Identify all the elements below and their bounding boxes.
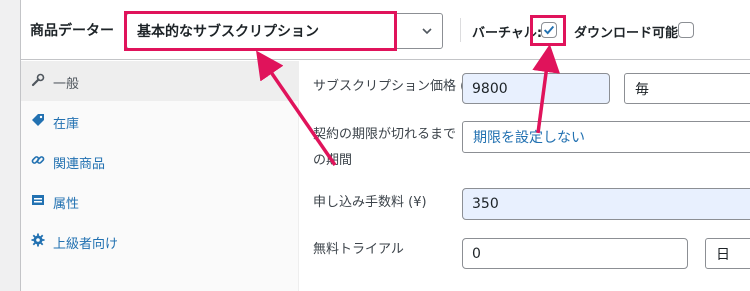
table-icon [32,195,44,205]
signup-fee-input[interactable]: 350 [462,188,750,220]
tab-attributes-label: 属性 [53,197,80,212]
checkmark-icon [543,25,555,35]
tab-inventory-label: 在庫 [53,117,80,132]
tab-advanced[interactable]: 上級者向け [21,221,299,261]
tab-attributes[interactable]: 属性 [21,181,299,221]
free-trial-input[interactable]: 0 [462,238,688,269]
free-trial-period-select[interactable]: 日 [705,238,750,269]
signup-fee-label: 申し込み手数料 (¥) [313,195,427,210]
downloadable-label: ダウンロード可能: [574,26,684,41]
product-data-title: 商品データー [30,23,114,39]
signup-fee-value: 350 [472,196,499,212]
billing-interval-value: 毎 [635,81,649,98]
tab-inventory[interactable]: 在庫 [21,101,299,141]
header-divider [460,18,461,42]
tab-general-label: 一般 [53,77,80,92]
tab-general[interactable]: 一般 [21,61,299,101]
subscription-length-select[interactable]: 期限を設定しない [462,121,750,153]
free-trial-value: 0 [472,245,481,262]
subscription-length-label: 契約の期限が切れるまでの期間 [313,127,457,168]
tab-linked-products[interactable]: 関連商品 [21,141,299,181]
tab-advanced-label: 上級者向け [53,237,119,252]
product-data-header: 商品データー — 基本的なサブスクリプション バーチャル: ダウンロード可能: [21,0,750,60]
chevron-down-icon [422,28,432,35]
free-trial-period-value: 日 [716,246,730,263]
product-data-panel: 商品データー — 基本的なサブスクリプション バーチャル: ダウンロード可能: … [20,0,750,291]
subscription-price-input[interactable]: 9800 [462,73,610,104]
link-icon [31,156,45,164]
product-type-value: 基本的なサブスクリプション [137,24,319,40]
tag-icon [32,114,44,126]
downloadable-checkbox[interactable] [678,22,694,38]
product-type-select[interactable]: 基本的なサブスクリプション [126,13,443,49]
wrench-icon [31,73,45,87]
subscription-price-label: サブスクリプション価格 (¥) [313,79,479,94]
free-trial-label: 無料トライアル [313,242,404,257]
product-data-tabs: 一般 在庫 関連商品 属性 上級者向け [21,61,299,291]
gear-icon [31,233,45,247]
subscription-length-value: 期限を設定しない [473,130,585,146]
virtual-checkbox[interactable] [541,22,557,38]
virtual-label: バーチャル: [472,26,543,41]
billing-interval-select[interactable]: 毎 [624,73,750,104]
tab-linked-products-label: 関連商品 [53,157,106,172]
subscription-price-value: 9800 [472,80,508,97]
